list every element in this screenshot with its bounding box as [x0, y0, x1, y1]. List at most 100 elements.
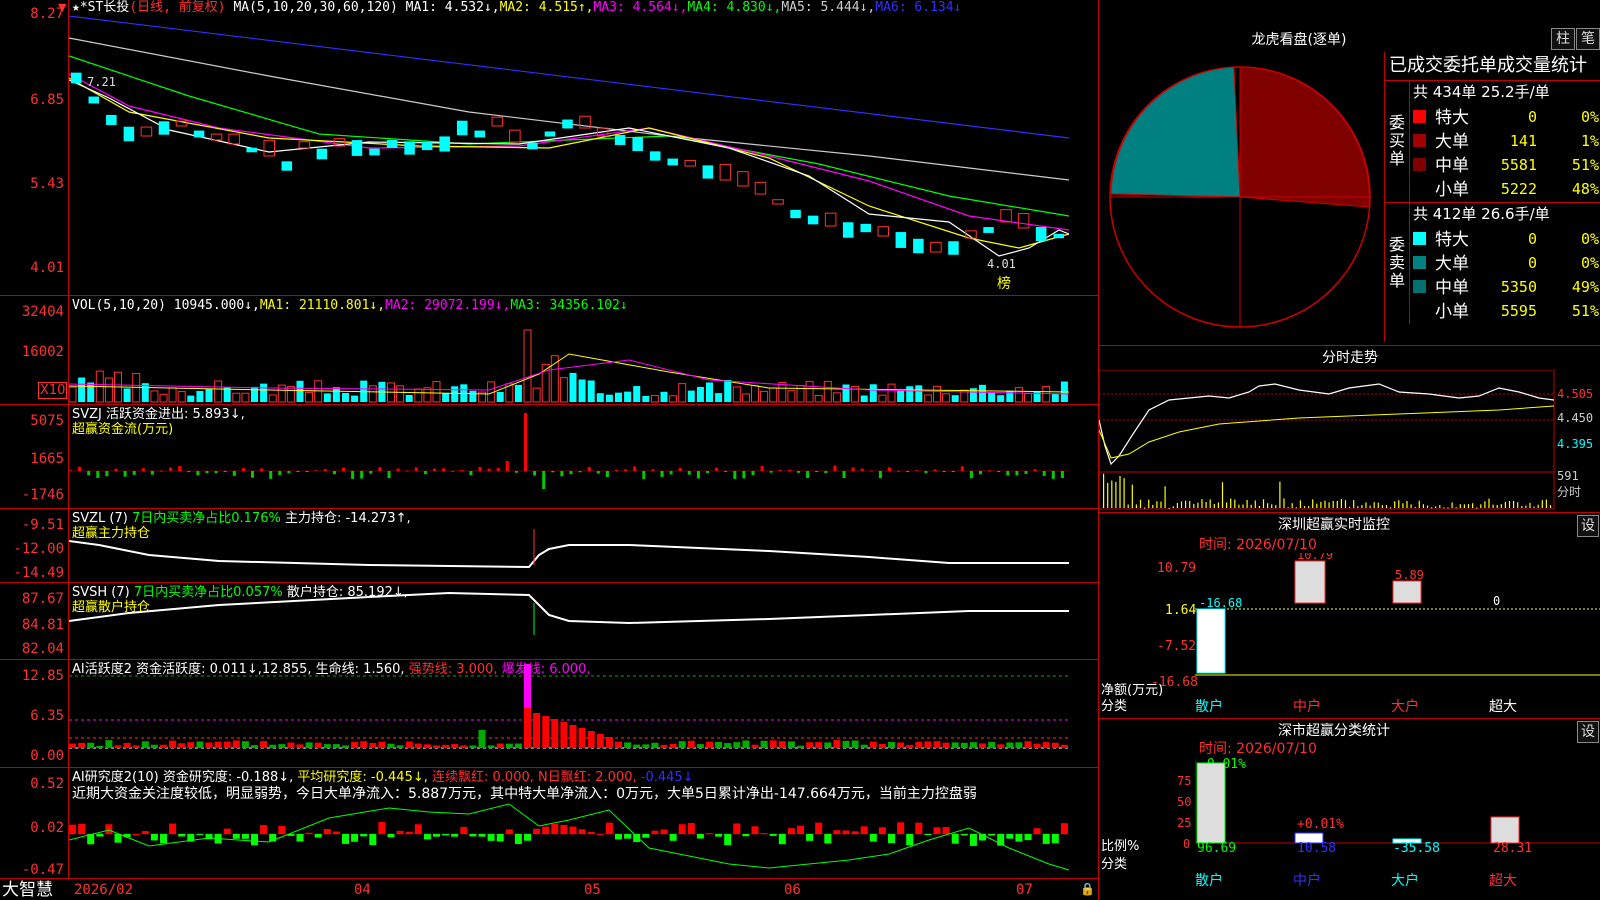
chart-mark — [114, 468, 118, 471]
chart-mark — [951, 395, 959, 402]
chart-mark — [842, 471, 846, 479]
chart-mark — [1513, 500, 1515, 508]
lock-icon[interactable]: 🔒 — [1080, 881, 1095, 897]
bang-label[interactable]: 榜 — [997, 275, 1011, 292]
svzj-pane[interactable]: 5075 1665 -1746 SVZJ 活跃资金进出: 5.893↓, 超赢资… — [0, 405, 1098, 509]
chart-mark — [1299, 500, 1301, 508]
chart-mark — [141, 468, 145, 471]
expand-icon[interactable]: ▼ — [58, 0, 66, 16]
volume-pane[interactable]: 32404 16002 X10 VOL(5,10,20) 10945.000↓,… — [0, 296, 1098, 405]
pen-mode-button[interactable]: 笔 — [1576, 28, 1600, 50]
chart-mark — [1385, 505, 1388, 508]
chart-mark — [1250, 504, 1252, 508]
brand-logo: 大智慧 — [2, 880, 53, 900]
chart-mark — [241, 392, 250, 403]
svzl-chart[interactable] — [69, 509, 1097, 582]
chart-mark — [915, 385, 923, 402]
kline-pane[interactable]: 8.27 6.85 5.43 4.01 ▼ ★*ST长投(日线, 前复权) MA… — [0, 0, 1098, 296]
ma3-line — [69, 73, 1070, 231]
kline-chart[interactable]: 7.21 4.01 榜 — [69, 16, 1097, 294]
chart-mark — [351, 834, 359, 842]
svsh-chart[interactable] — [69, 583, 1097, 659]
chart-mark — [815, 742, 823, 748]
chart-mark — [869, 741, 877, 748]
chart-mark — [386, 140, 398, 148]
chart-mark — [278, 471, 282, 475]
chart-mark — [887, 383, 896, 403]
chart-mark — [332, 471, 336, 475]
sz-stat-settings-button[interactable]: 设 — [1577, 721, 1599, 743]
chart-mark — [96, 471, 100, 478]
chart-mark — [260, 741, 268, 748]
ai-active-pane[interactable]: 12.85 6.35 0.00 AI活跃度2 资金活跃度: 0.011↓,12.… — [0, 660, 1098, 768]
row-label: 小单 — [1435, 180, 1469, 200]
chart-mark — [1467, 504, 1470, 508]
stock-name[interactable]: ★*ST长投 — [72, 0, 129, 15]
chart-mark — [1051, 471, 1055, 479]
chart-mark — [369, 743, 377, 748]
svzj-chart[interactable] — [69, 405, 1097, 508]
chart-mark — [296, 834, 304, 842]
y-label: -12.00 — [13, 541, 64, 557]
intraday-panel[interactable]: 分时走势 4.505 4.450 4.395 591 分时 — [1098, 346, 1600, 513]
chart-mark — [660, 391, 668, 402]
chart-mark — [1006, 742, 1014, 748]
chart-mark — [1472, 503, 1474, 508]
chart-mark — [214, 741, 222, 748]
chart-mark — [351, 471, 355, 479]
sz-monitor-panel[interactable]: 深圳超赢实时监控 设 时间: 2026/07/10 10.79 1.64 -7.… — [1098, 513, 1600, 719]
sz-monitor-chart[interactable]: -16.68 10.79 5.89 0 — [1195, 553, 1600, 693]
chart-mark — [1196, 762, 1226, 844]
chart-mark — [268, 394, 277, 403]
row-pct: 51% — [1571, 302, 1599, 320]
sz-monitor-settings-button[interactable]: 设 — [1577, 515, 1599, 537]
sz-stat-panel[interactable]: 深市超赢分类统计 设 时间: 2026/07/10 -0.01% +0.01% … — [1098, 719, 1600, 900]
chart-mark — [1148, 499, 1150, 508]
y-label: 1.64 — [1165, 603, 1197, 618]
y-label: 5.43 — [30, 176, 64, 192]
volume-chart[interactable] — [69, 314, 1097, 404]
bar-mode-button[interactable]: 柱 — [1551, 28, 1575, 50]
ma2-value: MA2: 4.515↑, — [499, 0, 594, 15]
chart-mark — [1115, 481, 1117, 508]
dragon-pie[interactable] — [1109, 62, 1371, 332]
svsh-pane[interactable]: 87.67 84.81 82.04 SVSH (7) 7日内买卖净占比0.057… — [0, 583, 1098, 660]
ai-research-pane[interactable]: 0.52 0.02 -0.47 AI研究度2(10) 资金研究度: -0.188… — [0, 768, 1098, 879]
ma-label: MA(5,10,20,30,60,120) — [233, 0, 398, 15]
chart-mark — [1320, 501, 1322, 508]
intraday-chart[interactable] — [1099, 370, 1559, 510]
chart-mark — [232, 471, 236, 476]
chart-mark — [562, 119, 573, 129]
chart-mark — [106, 114, 117, 126]
chart-mark — [633, 466, 637, 471]
chart-mark — [769, 834, 777, 836]
chart-mark — [196, 834, 204, 835]
chart-mark — [906, 386, 914, 402]
chart-mark — [751, 826, 759, 834]
chart-mark — [824, 742, 832, 748]
chart-mark — [314, 470, 318, 472]
chart-mark — [760, 740, 768, 748]
ai-active-chart[interactable] — [69, 660, 1097, 767]
sz-stat-xlabel: 分类 — [1101, 857, 1128, 872]
chart-mark — [851, 831, 859, 834]
ai-research-chart[interactable] — [69, 768, 1097, 878]
x-axis: 大智慧 2026/02 04 05 06 07 🔒 — [0, 879, 1098, 900]
chart-mark — [860, 468, 864, 471]
chart-mark — [1267, 503, 1269, 508]
chart-mark — [1488, 498, 1490, 508]
chart-mark — [979, 384, 986, 402]
chart-mark — [378, 822, 386, 834]
row-count: 141 — [1509, 132, 1537, 150]
chart-mark — [491, 116, 504, 127]
chart-mark — [78, 466, 82, 471]
chart-mark — [742, 740, 750, 748]
sell-row: 大单 0 0% — [1411, 252, 1600, 276]
chart-mark — [159, 393, 168, 403]
pie-slice-sell-middle — [1110, 66, 1241, 198]
chart-mark — [305, 742, 313, 748]
svzl-pane[interactable]: -9.51 -12.00 -14.49 SVZL (7) 7日内买卖净占比0.1… — [0, 509, 1098, 583]
chart-mark — [214, 471, 218, 474]
chart-mark — [281, 161, 293, 171]
chart-mark — [787, 469, 791, 471]
